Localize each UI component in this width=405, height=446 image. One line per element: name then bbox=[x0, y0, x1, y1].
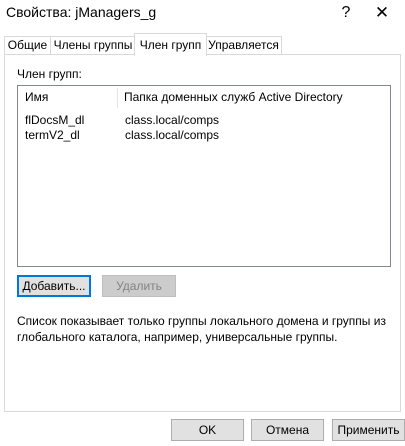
remove-button[interactable]: Удалить bbox=[102, 275, 176, 297]
row-name: flDocsM_dl bbox=[25, 113, 85, 127]
info-note: Список показывает только группы локально… bbox=[17, 314, 386, 344]
list-row[interactable]: termV2_dl class.local/comps bbox=[18, 128, 390, 143]
column-header-name[interactable]: Имя bbox=[25, 86, 117, 108]
tab-general[interactable]: Общие bbox=[4, 36, 51, 55]
close-button[interactable]: ✕ bbox=[359, 0, 405, 28]
column-header-folder[interactable]: Папка доменных служб Active Directory bbox=[124, 86, 386, 108]
tab-managed-by[interactable]: Управляется bbox=[205, 36, 282, 55]
row-name: termV2_dl bbox=[25, 128, 80, 142]
properties-dialog: Свойства: jManagers_g ? ✕ Общие Члены гр… bbox=[0, 0, 405, 446]
cancel-button[interactable]: Отмена bbox=[251, 419, 324, 441]
tab-member-of[interactable]: Член групп bbox=[134, 33, 207, 56]
tab-strip: Общие Члены группы Член групп Управляетс… bbox=[0, 33, 405, 56]
row-folder: class.local/comps bbox=[125, 113, 220, 127]
apply-button[interactable]: Применить bbox=[332, 419, 405, 441]
row-folder: class.local/comps bbox=[125, 128, 220, 142]
member-of-list[interactable]: Имя Папка доменных служб Active Director… bbox=[17, 85, 391, 267]
list-row[interactable]: flDocsM_dl class.local/comps bbox=[18, 113, 390, 128]
window-title: Свойства: jManagers_g bbox=[6, 4, 157, 20]
title-bar: Свойства: jManagers_g ? ✕ bbox=[0, 0, 405, 28]
column-divider[interactable] bbox=[117, 88, 118, 108]
list-header: Имя Папка доменных служб Active Director… bbox=[18, 86, 390, 108]
add-button[interactable]: Добавить... bbox=[17, 275, 91, 297]
tab-members[interactable]: Члены группы bbox=[50, 36, 136, 55]
ok-button[interactable]: OK bbox=[171, 419, 244, 441]
member-of-label: Член групп: bbox=[17, 67, 82, 81]
tab-panel-member-of: Член групп: Имя Папка доменных служб Act… bbox=[4, 54, 401, 412]
